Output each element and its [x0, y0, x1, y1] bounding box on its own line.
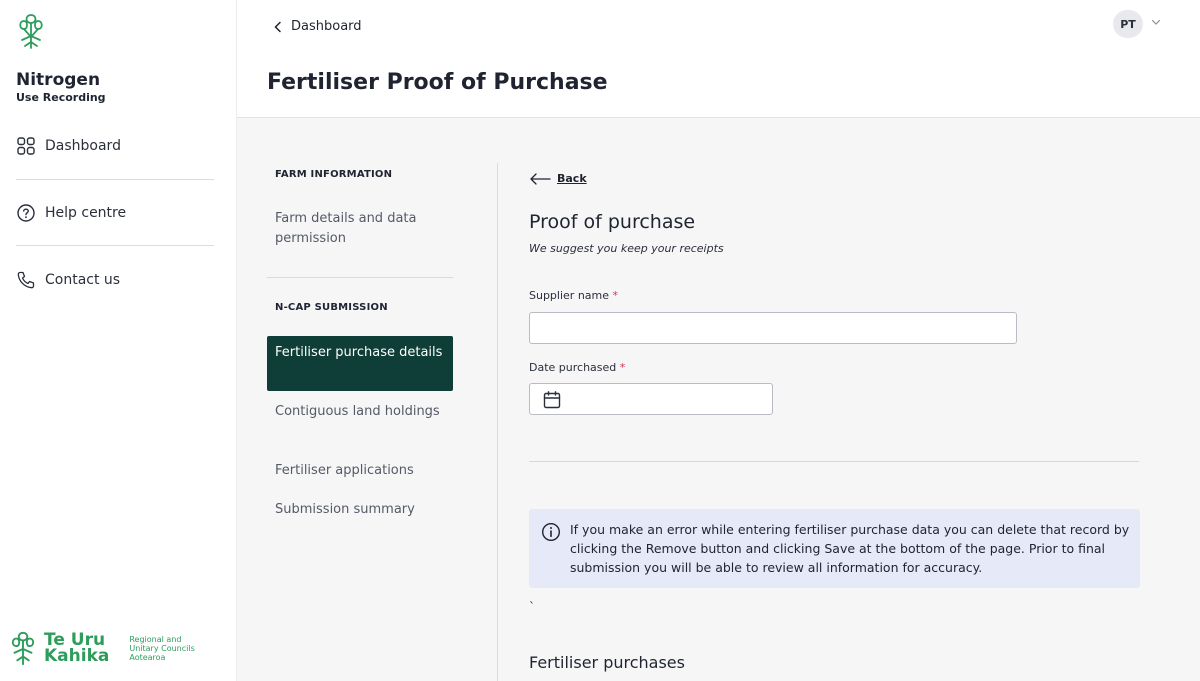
back-link-label: Back — [557, 172, 587, 185]
step-farm-details[interactable]: Farm details and data permission — [275, 209, 445, 249]
phone-icon — [17, 271, 35, 289]
supplier-name-label-text: Supplier name — [529, 289, 610, 302]
info-text: If you make an error while entering fert… — [570, 522, 1130, 575]
help-circle-icon — [17, 204, 35, 222]
step-section-heading: FARM INFORMATION — [275, 169, 393, 180]
page-header: Dashboard Fertiliser Proof of Purchase P… — [237, 0, 1200, 118]
supplier-name-input[interactable] — [529, 312, 1017, 344]
footer-logo: Te Uru Kahika Regional and Unitary Counc… — [8, 630, 195, 666]
step-navigation: FARM INFORMATION Farm details and data p… — [237, 118, 497, 681]
step-divider — [267, 277, 453, 278]
sidebar-item-label: Dashboard — [45, 138, 121, 154]
calendar-icon — [543, 391, 561, 409]
chevron-down-icon[interactable] — [1150, 16, 1162, 28]
brand-subtitle: Use Recording — [16, 91, 106, 104]
required-marker: * — [612, 289, 619, 302]
footer-tagline: Regional and Unitary Councils Aotearoa — [115, 635, 194, 662]
sidebar-item-help-centre[interactable]: Help centre — [16, 203, 126, 223]
date-purchased-label: Date purchased * — [529, 361, 625, 374]
avatar[interactable]: PT — [1113, 10, 1143, 38]
form-subtitle: We suggest you keep your receipts — [529, 242, 724, 255]
date-purchased-label-text: Date purchased — [529, 361, 617, 374]
page-title: Fertiliser Proof of Purchase — [267, 70, 608, 95]
breadcrumb[interactable]: Dashboard — [273, 19, 362, 34]
footer-logo-text: Te Uru Kahika — [44, 632, 110, 666]
sidebar-item-label: Help centre — [45, 205, 127, 221]
form-title: Proof of purchase — [529, 211, 696, 233]
column-divider — [497, 163, 498, 681]
required-marker: * — [619, 361, 626, 374]
sidebar-item-contact-us[interactable]: Contact us — [16, 270, 120, 290]
step-fertiliser-applications[interactable]: Fertiliser applications — [275, 461, 445, 481]
step-section-heading: N-CAP SUBMISSION — [275, 302, 388, 313]
sidebar-item-label: Contact us — [45, 272, 121, 288]
footer-tagline-2: Unitary Councils — [129, 643, 195, 653]
info-icon — [541, 522, 561, 542]
te-uru-logo-icon — [11, 631, 35, 666]
supplier-name-label: Supplier name * — [529, 289, 618, 302]
footer-tagline-1: Regional and — [129, 634, 182, 644]
step-submission-summary[interactable]: Submission summary — [275, 500, 445, 520]
sidebar: Nitrogen Use Recording Dashboard Help ce… — [0, 0, 237, 681]
arrow-left-icon — [530, 172, 551, 185]
footer-logo-line2: Kahika — [44, 646, 110, 666]
step-fertiliser-purchase-details[interactable]: Fertiliser purchase details — [267, 336, 453, 391]
info-callout: If you make an error while entering fert… — [529, 509, 1140, 588]
stray-character: ` — [529, 600, 535, 614]
grid-icon — [17, 137, 35, 155]
step-contiguous-land-holdings[interactable]: Contiguous land holdings — [275, 402, 445, 422]
tree-logo-icon — [19, 14, 43, 49]
sidebar-item-dashboard[interactable]: Dashboard — [16, 136, 121, 156]
brand-title: Nitrogen — [16, 70, 101, 90]
breadcrumb-label: Dashboard — [291, 19, 362, 34]
chevron-left-icon — [274, 21, 281, 32]
footer-tagline-3: Aotearoa — [129, 652, 166, 662]
back-link[interactable]: Back — [529, 172, 587, 185]
nav-divider — [16, 179, 214, 180]
fertiliser-purchases-heading: Fertiliser purchases — [529, 653, 685, 672]
section-divider — [529, 461, 1139, 462]
date-purchased-input[interactable] — [529, 383, 773, 415]
nav-divider — [16, 245, 214, 246]
